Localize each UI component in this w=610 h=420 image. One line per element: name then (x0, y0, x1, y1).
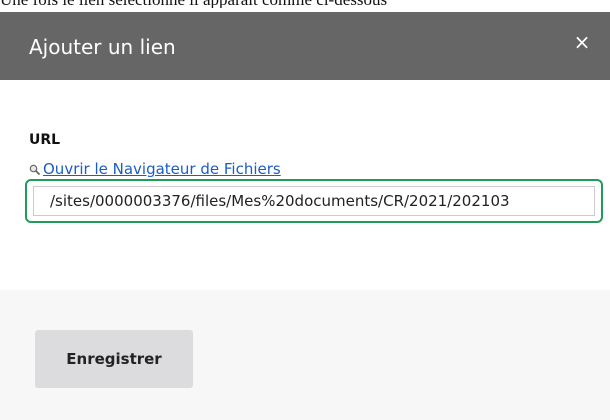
magnifier-icon (29, 161, 41, 176)
open-file-browser-link[interactable]: Ouvrir le Navigateur de Fichiers (43, 159, 281, 179)
url-input[interactable] (33, 186, 595, 216)
url-field-focus-ring (25, 179, 603, 223)
close-icon: × (573, 30, 591, 54)
url-label: URL (29, 132, 61, 148)
close-button[interactable]: × (572, 32, 592, 52)
top-caption-text: Une fois le lien sélectionné il apparaît… (0, 0, 610, 8)
browse-files-link-row[interactable]: Ouvrir le Navigateur de Fichiers (29, 159, 281, 179)
dialog-body: URL Ouvrir le Navigateur de Fichiers (0, 80, 610, 290)
dialog-header: Ajouter un lien × (0, 12, 610, 80)
save-button[interactable]: Enregistrer (35, 330, 193, 388)
dialog-title: Ajouter un lien (29, 35, 176, 59)
page: Une fois le lien sélectionné il apparaît… (0, 0, 610, 420)
dialog-footer: Enregistrer (0, 290, 610, 420)
